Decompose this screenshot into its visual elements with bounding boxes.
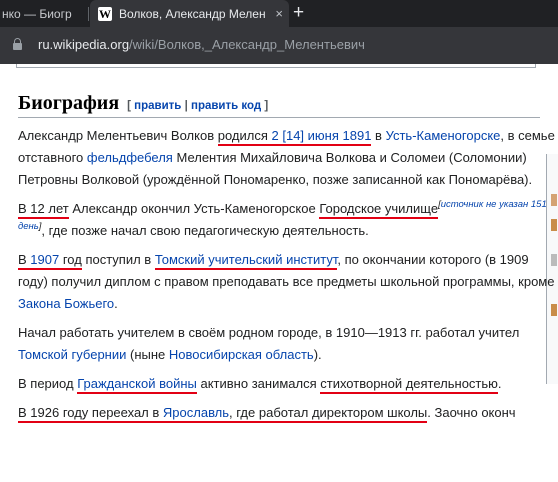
paragraph-civil-war: В период Гражданской войны активно заним… [18, 373, 558, 395]
tab-volkov-active[interactable]: W Волков, Александр Мелен × [90, 0, 289, 27]
url-host: ru.wikipedia.org [38, 37, 130, 52]
section-edit-links: [ править | править код ] [127, 100, 269, 112]
url-path: /wiki/Волков,_Александр_Мелентьевич [129, 37, 365, 52]
link-yaroslavl[interactable]: Ярославль [163, 405, 229, 420]
address-bar[interactable]: ru.wikipedia.org/wiki/Волков,_Александр_… [0, 27, 558, 64]
underlined-1907: В 1907 год [18, 252, 82, 270]
tab-strip: нко — Биогр W Волков, Александр Мелен × … [0, 0, 558, 27]
infobox-bottom-edge [16, 64, 536, 68]
edit-code-link[interactable]: править код [191, 100, 261, 112]
link-june[interactable]: [14] июня [282, 128, 339, 143]
underlined-poetry: стихотворной деятельностью [320, 376, 498, 394]
section-title: Биография [18, 92, 120, 114]
section-heading: Биография [ править | править код ] [18, 92, 540, 118]
underlined-born: родился 2 [14] июня 1891 [217, 128, 372, 146]
article-page: Биография [ править | править код ] Алекс… [0, 64, 558, 482]
lock-icon[interactable] [13, 38, 22, 51]
new-tab-button[interactable]: + [293, 2, 304, 24]
link-feldwebel[interactable]: фельдфебеля [87, 150, 173, 165]
edit-link[interactable]: править [134, 100, 181, 112]
link-1907[interactable]: 1907 [30, 252, 59, 267]
underlined-12-years: В 12 лет [18, 201, 69, 219]
link-tomsk-governorate[interactable]: Томской губернии [18, 347, 126, 362]
link-ust-kamenogorsk[interactable]: Усть-Каменогорске [386, 128, 501, 143]
link-novosibirsk-oblast[interactable]: Новосибирская область [169, 347, 314, 362]
wikipedia-favicon-icon: W [98, 6, 112, 21]
paragraph-birth: Александр Мелентьевич Волков родился 2 [… [18, 128, 555, 187]
close-tab-icon[interactable]: × [275, 6, 283, 21]
link-tomsk-institute[interactable]: Томский учительский институт [154, 252, 338, 270]
paragraph-teacher: Начал работать учителем в своём родном г… [18, 325, 520, 362]
tab-biography[interactable]: нко — Биогр [0, 0, 88, 27]
paragraph-institute: В 1907 год поступил в Томский учительски… [18, 252, 555, 311]
link-year-1891[interactable]: 1891 [343, 128, 372, 143]
tab-title: Волков, Александр Мелен [119, 6, 266, 21]
link-civil-war[interactable]: Гражданской войны [77, 376, 197, 394]
underlined-city-school: Городское училище [319, 201, 439, 219]
link-law-of-god[interactable]: Закона Божьего [18, 296, 114, 311]
tab-title: нко — Биогр [2, 6, 72, 21]
tab-separator [88, 7, 89, 21]
paragraph-school: В 12 лет Александр окончил Усть-Каменого… [18, 199, 547, 238]
paragraph-yaroslavl: В 1926 году переехал в Ярославль, где ра… [18, 402, 558, 424]
link-day[interactable]: 2 [272, 128, 279, 143]
url-text[interactable]: ru.wikipedia.org/wiki/Волков,_Александр_… [38, 37, 365, 52]
article-content: Биография [ править | править код ] Алекс… [18, 92, 558, 424]
underlined-1926: В 1926 году переехал в Ярославль, где ра… [18, 405, 428, 423]
